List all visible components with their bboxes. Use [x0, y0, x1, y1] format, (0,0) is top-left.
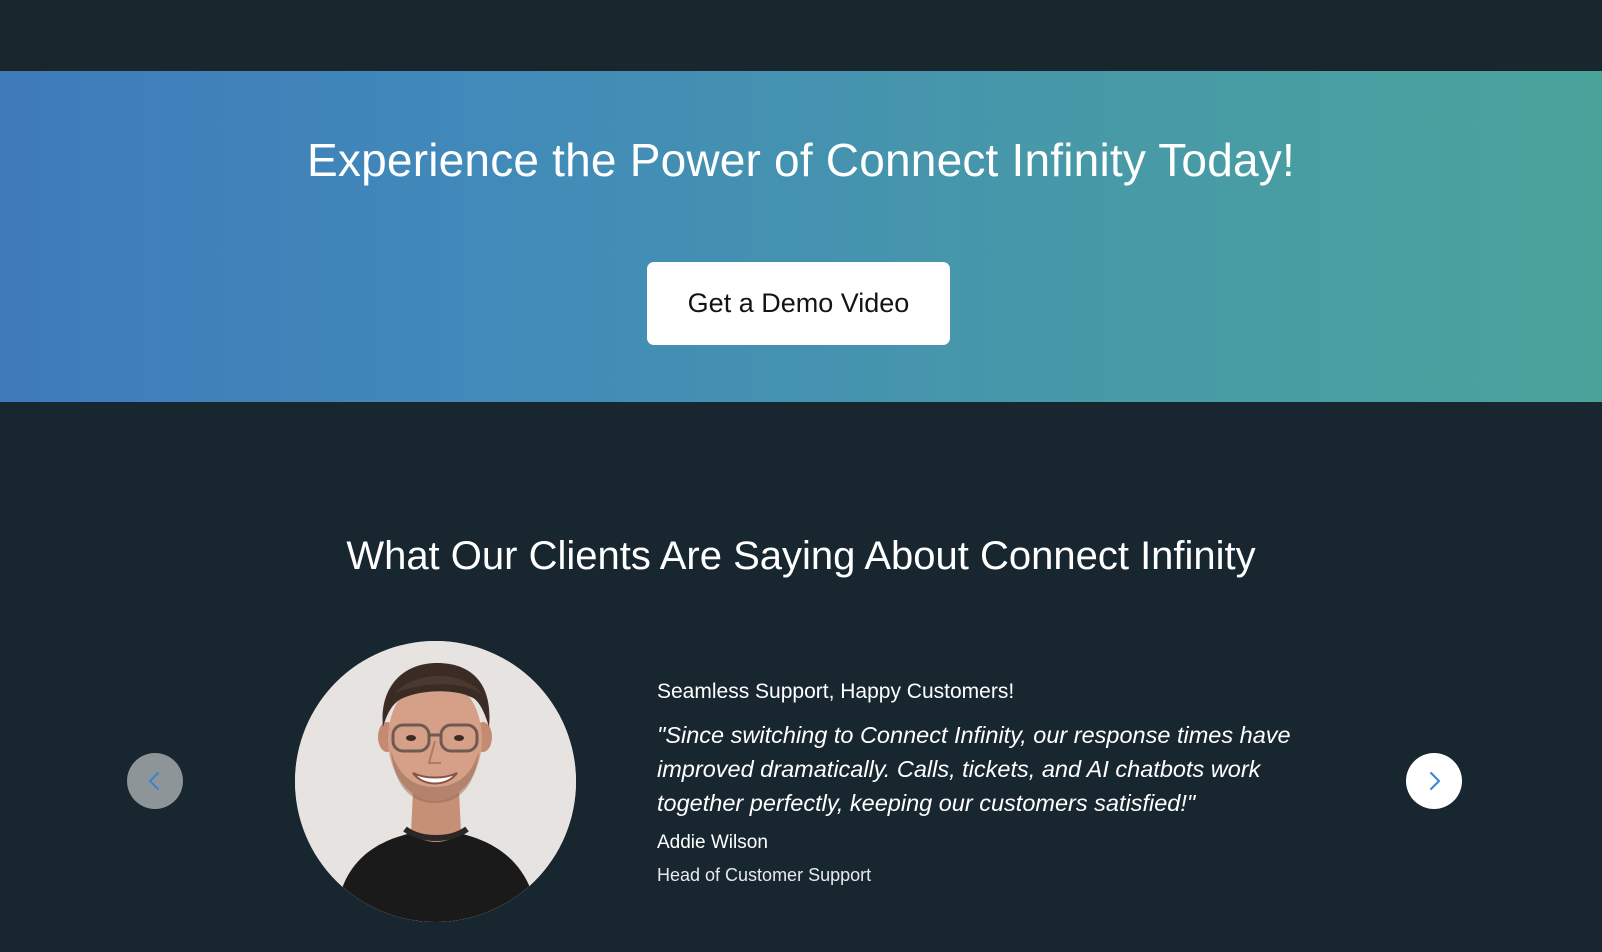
testimonial-headline: Seamless Support, Happy Customers! — [657, 680, 1015, 703]
testimonial-quote: "Since switching to Connect Infinity, ou… — [657, 722, 1291, 816]
get-demo-video-button[interactable]: Get a Demo Video — [647, 262, 950, 345]
author-role: Head of Customer Support — [657, 865, 872, 885]
chevron-left-icon — [149, 772, 159, 790]
chevron-right-icon — [1430, 772, 1440, 790]
cta-title: Experience the Power of Connect Infinity… — [307, 134, 1295, 186]
testimonials-title: What Our Clients Are Saying About Connec… — [346, 534, 1256, 578]
carousel-prev-button[interactable] — [127, 753, 183, 809]
top-strip — [0, 0, 1602, 71]
cta-banner — [0, 71, 1602, 402]
person-photo — [295, 641, 576, 922]
avatar — [295, 641, 576, 922]
author-name: Addie Wilson — [657, 832, 768, 853]
carousel-next-button[interactable] — [1406, 753, 1462, 809]
